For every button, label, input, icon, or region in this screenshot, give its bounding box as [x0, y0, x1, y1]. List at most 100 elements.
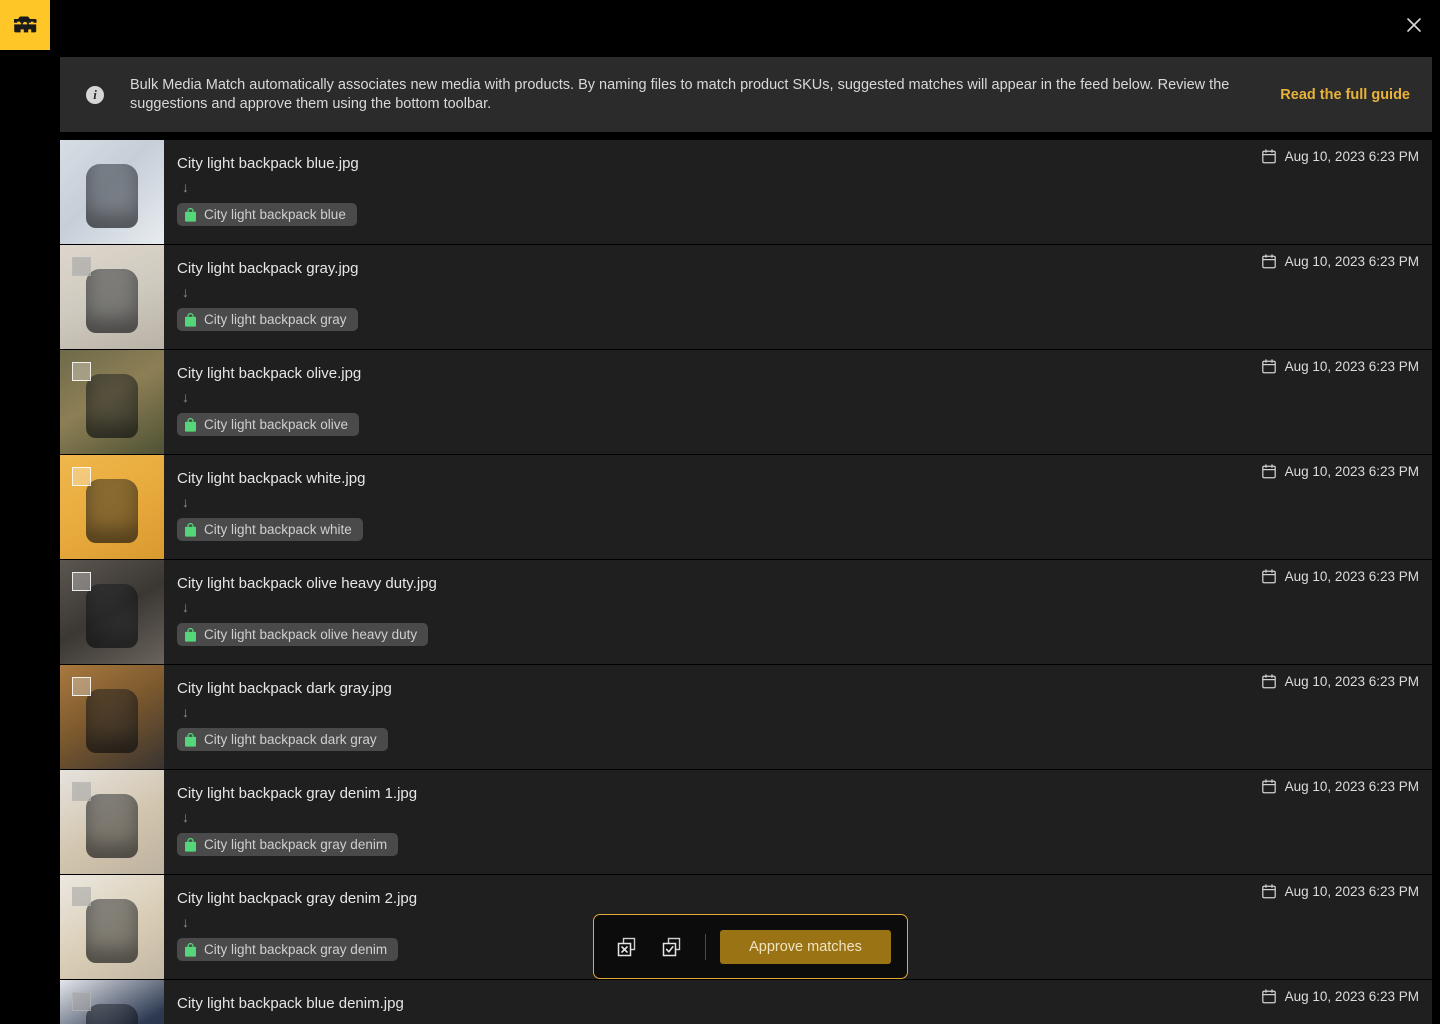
media-thumbnail[interactable]	[60, 980, 164, 1024]
matched-product-label: City light backpack blue	[204, 207, 346, 222]
match-arrow-icon: ↓	[182, 1020, 1262, 1024]
media-filename: City light backpack white.jpg	[177, 470, 366, 487]
matched-product-chip[interactable]: City light backpack blue	[177, 203, 357, 226]
table-row[interactable]: City light backpack olive.jpg ↓ City light…	[60, 350, 1432, 454]
calendar-icon	[1261, 884, 1276, 899]
match-arrow-icon: ↓	[182, 179, 189, 195]
matched-product-label: City light backpack gray	[204, 312, 347, 327]
top-bar	[0, 0, 1440, 50]
row-timestamp: Aug 10, 2023 6:23 PM	[1261, 989, 1432, 1004]
row-timestamp: Aug 10, 2023 6:23 PM	[1261, 254, 1432, 269]
matched-product-label: City light backpack dark gray	[204, 732, 377, 747]
matched-product-label: City light backpack olive heavy duty	[204, 627, 418, 642]
shopping-bag-icon	[185, 207, 196, 222]
matched-product-chip[interactable]: City light backpack olive heavy duty	[177, 623, 429, 646]
select-all-glyph	[662, 937, 681, 956]
info-icon: i	[86, 85, 104, 104]
table-row[interactable]: City light backpack dark gray.jpg ↓ City l…	[60, 665, 1432, 769]
match-arrow-icon: ↓	[182, 809, 189, 825]
matched-product-chip[interactable]: City light backpack olive	[177, 413, 360, 436]
matched-product-chip[interactable]: City light backpack gray	[177, 308, 358, 331]
row-timestamp: Aug 10, 2023 6:23 PM	[1261, 149, 1432, 164]
media-filename: City light backpack gray denim 2.jpg	[177, 890, 418, 907]
media-filename: City light backpack blue.jpg	[177, 155, 359, 172]
media-thumbnail[interactable]	[60, 455, 164, 559]
row-select-checkbox[interactable]	[72, 572, 91, 591]
media-thumbnail[interactable]	[60, 350, 164, 454]
row-select-checkbox[interactable]	[72, 677, 91, 696]
row-body: City light backpack gray.jpg ↓ City light …	[164, 245, 1262, 349]
close-icon[interactable]	[1401, 12, 1427, 38]
match-arrow-icon: ↓	[182, 284, 189, 300]
approve-matches-button[interactable]: Approve matches	[720, 929, 891, 964]
matched-product-label: City light backpack olive	[204, 417, 349, 432]
toolbar-divider	[705, 933, 706, 960]
calendar-icon	[1261, 359, 1276, 374]
row-timestamp-text: Aug 10, 2023 6:23 PM	[1284, 359, 1419, 374]
row-select-checkbox[interactable]	[72, 257, 91, 276]
match-arrow-icon: ↓	[182, 704, 189, 720]
media-thumbnail[interactable]	[60, 770, 164, 874]
row-timestamp-text: Aug 10, 2023 6:23 PM	[1284, 989, 1419, 1004]
info-banner-text: Bulk Media Match automatically associate…	[130, 76, 1230, 112]
shopping-bag-icon	[185, 942, 196, 957]
media-filename: City light backpack gray denim 1.jpg	[177, 785, 418, 802]
row-timestamp: Aug 10, 2023 6:23 PM	[1261, 674, 1432, 689]
table-row[interactable]: City light backpack olive heavy duty.jpg…	[60, 560, 1432, 664]
row-select-checkbox[interactable]	[72, 887, 91, 906]
select-all-icon[interactable]	[655, 930, 689, 964]
row-timestamp-text: Aug 10, 2023 6:23 PM	[1284, 569, 1419, 584]
table-row[interactable]: City light backpack gray.jpg ↓ City light …	[60, 245, 1432, 349]
row-timestamp-text: Aug 10, 2023 6:23 PM	[1284, 254, 1419, 269]
media-match-feed[interactable]: City light backpack blue.jpg ↓ City light …	[60, 140, 1432, 1024]
media-thumbnail[interactable]	[60, 140, 164, 244]
media-thumbnail[interactable]	[60, 665, 164, 769]
media-thumbnail[interactable]	[60, 245, 164, 349]
calendar-icon	[1261, 464, 1276, 479]
row-timestamp-text: Aug 10, 2023 6:23 PM	[1284, 884, 1419, 899]
table-row[interactable]: City light backpack gray denim 1.jpg ↓ Cit…	[60, 770, 1432, 874]
row-timestamp: Aug 10, 2023 6:23 PM	[1261, 569, 1432, 584]
bulk-action-toolbar[interactable]: Approve matches	[593, 914, 908, 979]
info-banner: i Bulk Media Match automatically associa…	[60, 57, 1432, 132]
matched-product-chip[interactable]: City light backpack gray denim	[177, 833, 399, 856]
shopping-bag-icon	[185, 522, 196, 537]
row-body: City light backpack olive.jpg ↓ City light…	[164, 350, 1262, 454]
matched-product-chip[interactable]: City light backpack dark gray	[177, 728, 388, 751]
match-arrow-icon: ↓	[182, 599, 189, 615]
matched-product-label: City light backpack gray denim	[204, 837, 388, 852]
row-select-checkbox[interactable]	[72, 782, 91, 801]
matched-product-chip[interactable]: City light backpack white	[177, 518, 363, 541]
row-select-checkbox[interactable]	[72, 362, 91, 381]
media-thumbnail[interactable]	[60, 560, 164, 664]
shopping-bag-icon	[185, 417, 196, 432]
table-row[interactable]: City light backpack white.jpg ↓ City light…	[60, 455, 1432, 559]
shopping-bag-icon	[185, 627, 196, 642]
table-row[interactable]: City light backpack blue denim.jpg↓City …	[60, 980, 1432, 1024]
row-timestamp: Aug 10, 2023 6:23 PM	[1261, 884, 1432, 899]
brand-logo[interactable]	[0, 0, 50, 50]
matched-product-chip[interactable]: City light backpack gray denim	[177, 938, 399, 961]
calendar-icon	[1261, 674, 1276, 689]
camera-logo-icon	[14, 16, 37, 33]
calendar-icon	[1261, 989, 1276, 1004]
shopping-bag-icon	[185, 837, 196, 852]
row-select-checkbox[interactable]	[72, 467, 91, 486]
row-body: City light backpack olive heavy duty.jpg…	[164, 560, 1262, 664]
media-thumbnail[interactable]	[60, 875, 164, 979]
calendar-icon	[1261, 149, 1276, 164]
row-timestamp-text: Aug 10, 2023 6:23 PM	[1284, 779, 1419, 794]
calendar-icon	[1261, 569, 1276, 584]
shopping-bag-icon	[185, 732, 196, 747]
calendar-icon	[1261, 254, 1276, 269]
table-row[interactable]: City light backpack blue.jpg ↓ City light …	[60, 140, 1432, 244]
media-filename: City light backpack olive.jpg	[177, 365, 362, 382]
shopping-bag-icon	[185, 312, 196, 327]
row-select-checkbox[interactable]	[72, 992, 91, 1011]
deselect-all-icon[interactable]	[610, 930, 644, 964]
row-body: City light backpack dark gray.jpg ↓ City l…	[164, 665, 1262, 769]
row-body: City light backpack blue denim.jpg↓City …	[164, 980, 1262, 1024]
row-timestamp: Aug 10, 2023 6:23 PM	[1261, 359, 1432, 374]
read-full-guide-link[interactable]: Read the full guide	[1280, 87, 1410, 103]
close-x-glyph	[1407, 18, 1421, 32]
